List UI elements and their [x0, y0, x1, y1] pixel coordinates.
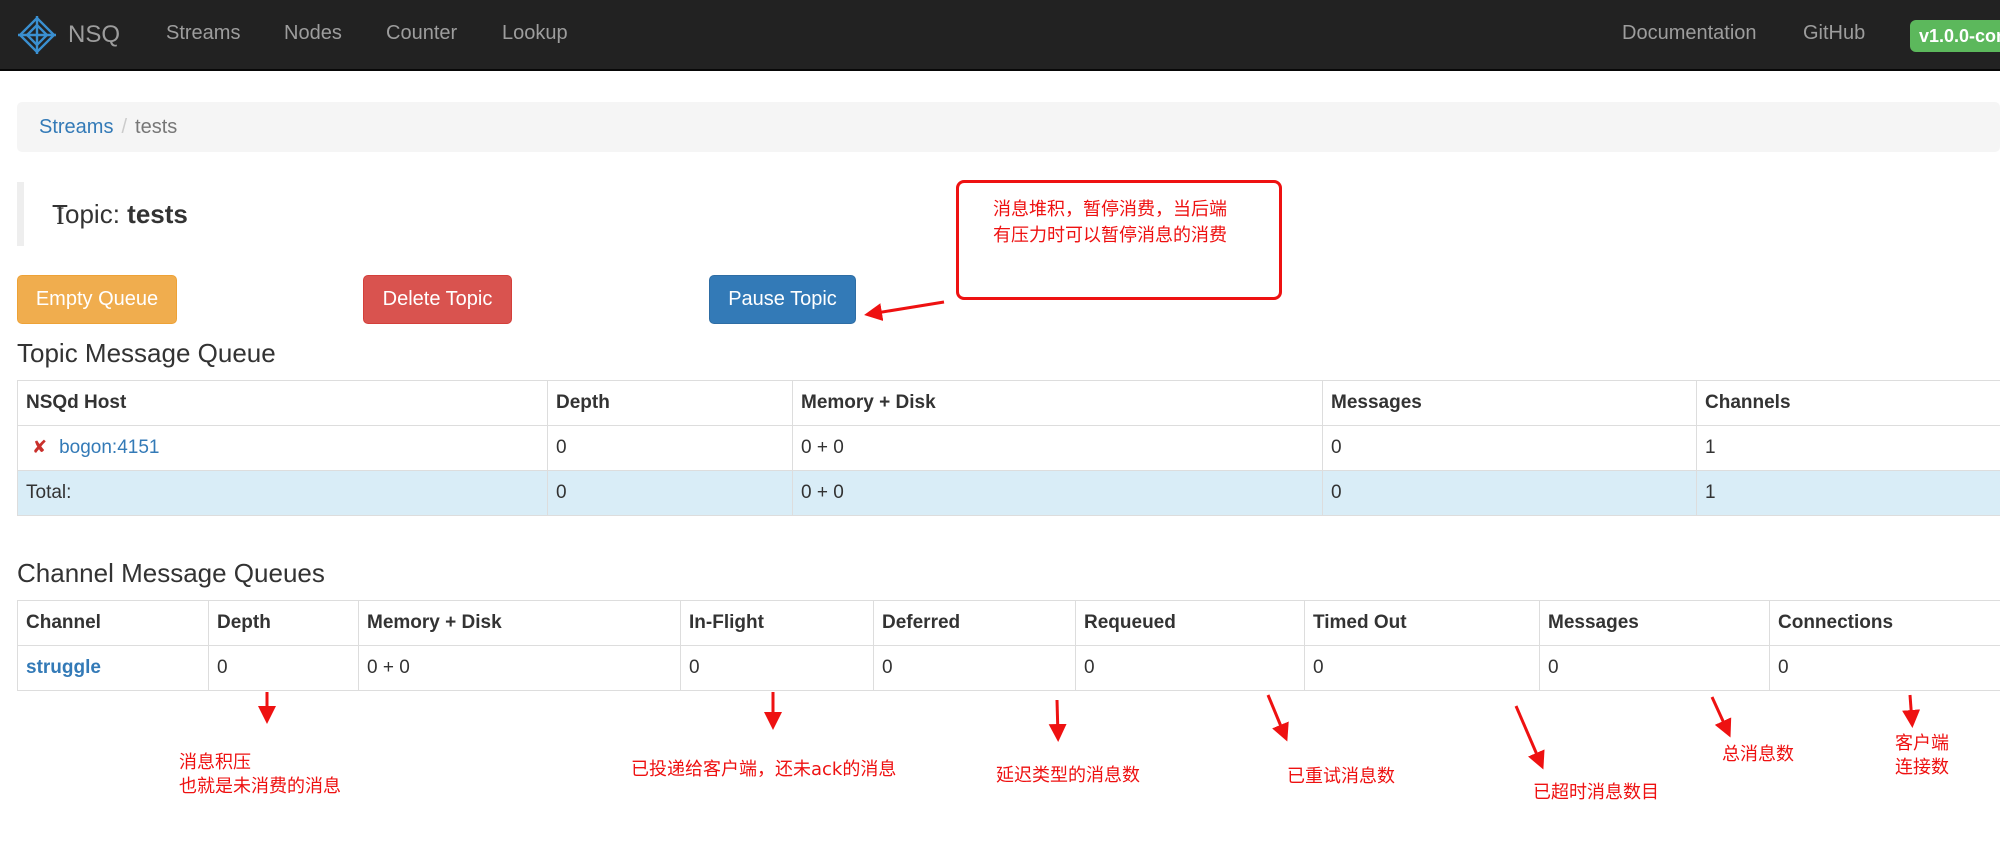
topic-name: tests: [127, 199, 188, 229]
text-cursor-icon: I: [56, 205, 65, 230]
nav-documentation[interactable]: Documentation: [1622, 22, 1757, 45]
in-flight-annotation: 已投递给客户端，还未ack的消息: [631, 759, 897, 780]
depth-annotation: 消息积压 也就是未消费的消息: [179, 751, 341, 799]
version-badge: v1.0.0-compat: [1910, 20, 2000, 52]
col-header: Messages: [1322, 380, 1697, 426]
connections-cell: 0: [1769, 645, 2000, 691]
total-messages: 0: [1322, 470, 1697, 516]
pause-note-line: 有压力时可以暂停消息的消费: [993, 225, 1227, 246]
table-row: struggle 0 0 + 0 0 0 0 0 0 0: [17, 645, 2000, 691]
pause-topic-button[interactable]: Pause Topic: [709, 275, 856, 324]
col-header: Requeued: [1075, 600, 1305, 646]
table-header-row: NSQd Host Depth Memory + Disk Messages C…: [17, 380, 2000, 426]
nsq-logo-icon: [18, 16, 56, 54]
brand-link[interactable]: NSQ: [16, 14, 120, 56]
nav-lookup[interactable]: Lookup: [502, 22, 568, 45]
total-depth: 0: [547, 470, 793, 516]
total-label: Total:: [17, 470, 548, 516]
pause-annotation-box: 消息堆积，暂停消费，当后端 有压力时可以暂停消息的消费: [956, 180, 1282, 300]
col-header: Depth: [208, 600, 359, 646]
messages-arrow: [1710, 696, 1732, 738]
channel-cell: struggle: [17, 645, 209, 691]
connections-note-line: 连接数: [1895, 757, 1949, 778]
requeued-cell: 0: [1075, 645, 1305, 691]
nav-github[interactable]: GitHub: [1803, 22, 1865, 45]
navbar: NSQ Streams Nodes Counter Lookup Documen…: [0, 0, 2000, 71]
messages-cell: 0: [1539, 645, 1770, 691]
table-header-row: Channel Depth Memory + Disk In-Flight De…: [17, 600, 2000, 646]
col-header: NSQd Host: [17, 380, 548, 426]
depth-note-line: 也就是未消费的消息: [179, 776, 341, 797]
table-row: ✘ bogon:4151 0 0 + 0 0 1: [17, 425, 2000, 471]
nav-streams[interactable]: Streams: [166, 22, 240, 45]
depth-cell: 0: [547, 425, 793, 471]
pause-annotation-text: 消息堆积，暂停消费，当后端 有压力时可以暂停消息的消费: [993, 197, 1227, 249]
memory-disk-cell: 0 + 0: [792, 425, 1323, 471]
messages-annotation: 总消息数: [1722, 744, 1794, 765]
memory-disk-cell: 0 + 0: [358, 645, 681, 691]
col-header: In-Flight: [680, 600, 874, 646]
total-row: Total: 0 0 + 0 0 1: [17, 470, 2000, 516]
connections-note-line: 客户端: [1895, 733, 1949, 754]
col-header: Connections: [1769, 600, 2000, 646]
breadcrumb-separator: /: [121, 116, 128, 138]
nav-nodes[interactable]: Nodes: [284, 22, 342, 45]
requeued-annotation: 已重试消息数: [1287, 766, 1395, 787]
depth-note-line: 消息积压: [179, 752, 251, 773]
total-memory-disk: 0 + 0: [792, 470, 1323, 516]
empty-queue-button[interactable]: Empty Queue: [17, 275, 177, 324]
col-header: Depth: [547, 380, 793, 426]
requeued-arrow: [1266, 694, 1289, 742]
timed-out-annotation: 已超时消息数目: [1533, 782, 1659, 803]
channel-queues-table: Channel Depth Memory + Disk In-Flight De…: [17, 600, 2000, 691]
connections-annotation: 客户端 连接数: [1895, 732, 1949, 780]
breadcrumb-streams-link[interactable]: Streams: [39, 116, 113, 138]
col-header: Messages: [1539, 600, 1770, 646]
remove-host-icon[interactable]: ✘: [32, 437, 47, 457]
breadcrumb-current: tests: [135, 116, 178, 138]
delete-topic-button[interactable]: Delete Topic: [363, 275, 512, 324]
deferred-annotation: 延迟类型的消息数: [996, 765, 1140, 786]
pause-arrow: [864, 300, 945, 321]
deferred-cell: 0: [873, 645, 1076, 691]
timed-out-arrow: [1514, 705, 1545, 770]
nav-counter[interactable]: Counter: [386, 22, 457, 45]
col-header: Deferred: [873, 600, 1076, 646]
col-header: Memory + Disk: [358, 600, 681, 646]
host-link[interactable]: bogon:4151: [59, 437, 159, 458]
breadcrumb: Streams / tests: [17, 102, 2000, 152]
brand-name: NSQ: [68, 21, 121, 48]
total-channels: 1: [1696, 470, 2000, 516]
timed-out-cell: 0: [1304, 645, 1540, 691]
channel-queues-heading: Channel Message Queues: [17, 558, 325, 588]
col-header: Channels: [1696, 380, 2000, 426]
channel-link[interactable]: struggle: [26, 657, 101, 678]
channels-cell: 1: [1696, 425, 2000, 471]
depth-cell: 0: [208, 645, 359, 691]
pause-note-line: 消息堆积，暂停消费，当后端: [993, 199, 1227, 220]
deferred-arrow: [1048, 699, 1067, 742]
topic-queue-heading: Topic Message Queue: [17, 338, 276, 368]
col-header: Timed Out: [1304, 600, 1540, 646]
host-cell: ✘ bogon:4151: [17, 425, 548, 471]
page-title: Topic: tests: [17, 182, 917, 246]
col-header: Channel: [17, 600, 209, 646]
topic-queue-table: NSQd Host Depth Memory + Disk Messages C…: [17, 380, 2000, 516]
messages-cell: 0: [1322, 425, 1697, 471]
col-header: Memory + Disk: [792, 380, 1323, 426]
in-flight-cell: 0: [680, 645, 874, 691]
connections-arrow: [1902, 694, 1921, 728]
